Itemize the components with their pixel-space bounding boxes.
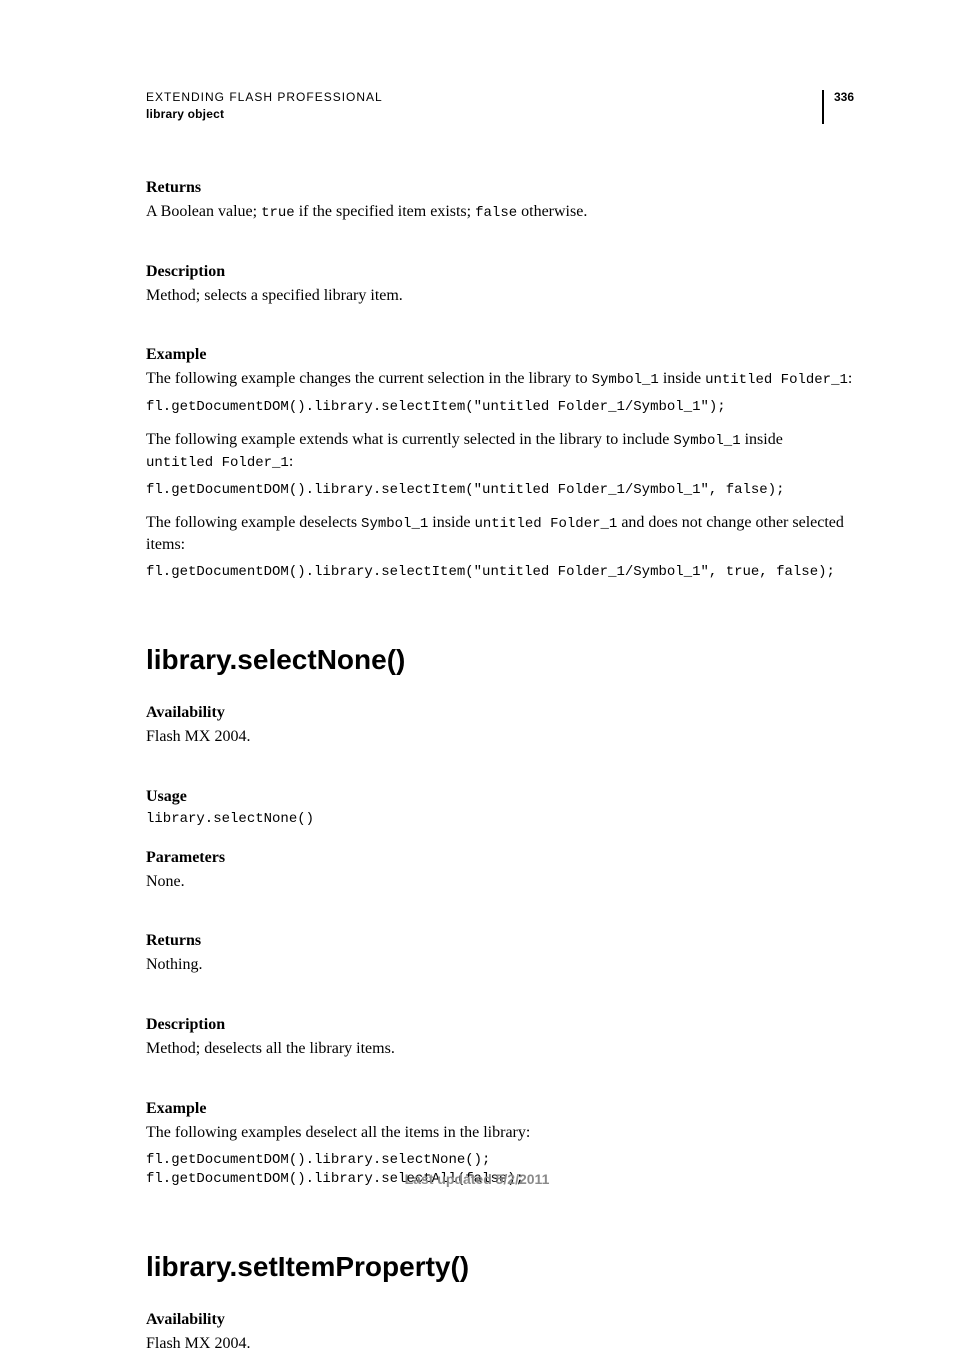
description-label-2: Description xyxy=(146,1016,854,1034)
page-header: EXTENDING FLASH PROFESSIONAL library obj… xyxy=(146,90,854,124)
page-number: 336 xyxy=(822,90,854,124)
text-fragment: otherwise. xyxy=(517,203,587,220)
description-text-2: Method; deselects all the library items. xyxy=(146,1038,854,1060)
header-left: EXTENDING FLASH PROFESSIONAL library obj… xyxy=(146,90,383,121)
code-inline: true xyxy=(261,205,295,221)
description-label: Description xyxy=(146,263,854,281)
availability-text: Flash MX 2004. xyxy=(146,726,854,748)
example-label-2: Example xyxy=(146,1100,854,1118)
availability-label-3: Availability xyxy=(146,1311,854,1329)
code-inline: Symbol_1 xyxy=(361,516,428,532)
code-inline: Symbol_1 xyxy=(673,433,740,449)
parameters-text: None. xyxy=(146,871,854,893)
code-block-2: fl.getDocumentDOM().library.selectItem("… xyxy=(146,481,854,500)
code-inline: false xyxy=(475,205,517,221)
returns-text-2: Nothing. xyxy=(146,954,854,976)
code-inline: untitled Folder_1 xyxy=(146,455,289,471)
returns-label-2: Returns xyxy=(146,932,854,950)
text-fragment: : xyxy=(289,453,293,470)
parameters-label: Parameters xyxy=(146,849,854,867)
availability-text-3: Flash MX 2004. xyxy=(146,1333,854,1355)
example-text-2: The following example extends what is cu… xyxy=(146,429,854,473)
footer-updated: Last updated 5/2/2011 xyxy=(0,1171,954,1187)
api-heading-selectnone: library.selectNone() xyxy=(146,644,854,676)
description-text: Method; selects a specified library item… xyxy=(146,285,854,307)
code-block-1: fl.getDocumentDOM().library.selectItem("… xyxy=(146,398,854,417)
text-fragment: The following example changes the curren… xyxy=(146,370,592,387)
usage-code: library.selectNone() xyxy=(146,810,854,829)
code-inline: untitled Folder_1 xyxy=(474,516,617,532)
code-block-3: fl.getDocumentDOM().library.selectItem("… xyxy=(146,563,854,582)
text-fragment: inside xyxy=(659,370,705,387)
text-fragment: inside xyxy=(741,431,783,448)
text-fragment: if the specified item exists; xyxy=(295,203,475,220)
header-title: EXTENDING FLASH PROFESSIONAL xyxy=(146,90,383,104)
returns-label: Returns xyxy=(146,179,854,197)
example-text-4: The following examples deselect all the … xyxy=(146,1122,854,1144)
example-text-1: The following example changes the curren… xyxy=(146,368,854,390)
text-fragment: The following example deselects xyxy=(146,514,361,531)
returns-text: A Boolean value; true if the specified i… xyxy=(146,201,854,223)
header-subtitle: library object xyxy=(146,107,383,121)
text-fragment: : xyxy=(848,370,852,387)
example-text-3: The following example deselects Symbol_1… xyxy=(146,512,854,555)
code-inline: untitled Folder_1 xyxy=(705,372,848,388)
example-label: Example xyxy=(146,346,854,364)
text-fragment: inside xyxy=(428,514,474,531)
text-fragment: The following example extends what is cu… xyxy=(146,431,673,448)
usage-label: Usage xyxy=(146,788,854,806)
api-heading-setitemproperty: library.setItemProperty() xyxy=(146,1251,854,1283)
availability-label: Availability xyxy=(146,704,854,722)
text-fragment: A Boolean value; xyxy=(146,203,261,220)
code-inline: Symbol_1 xyxy=(592,372,659,388)
